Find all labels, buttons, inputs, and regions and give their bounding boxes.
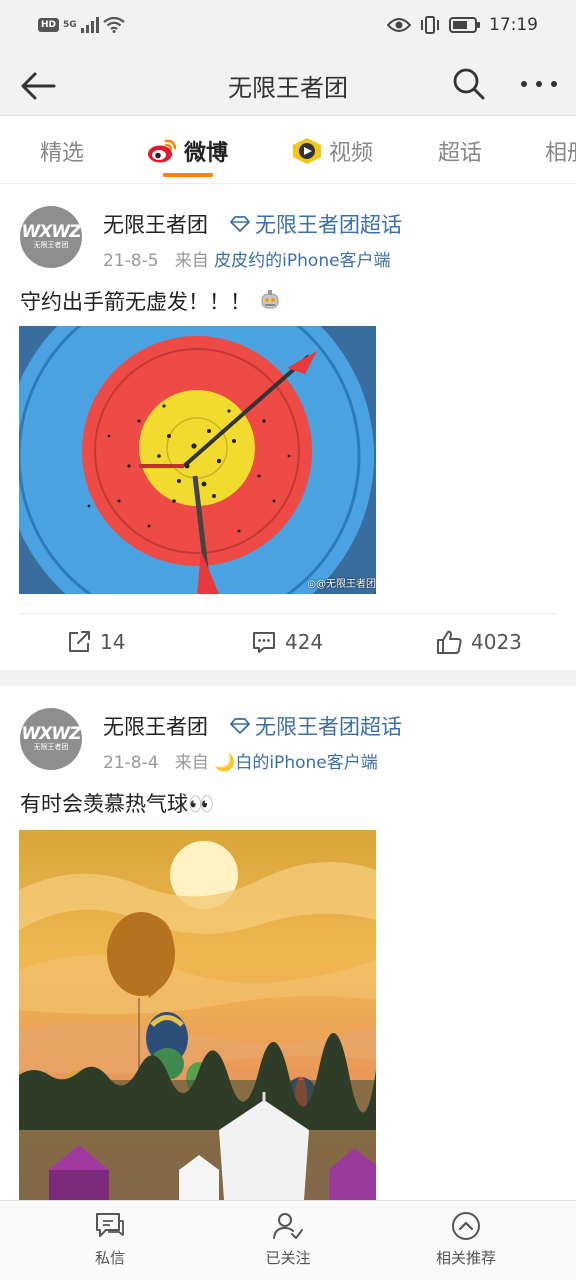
post-source[interactable]: 皮皮约的iPhone客户端 (214, 251, 390, 271)
comment-icon (253, 632, 275, 653)
diamond-icon (230, 216, 250, 232)
tab-label: 精选 (40, 141, 85, 166)
message-icon (96, 1213, 124, 1237)
search-icon (453, 68, 485, 100)
from-label: 来自 (174, 753, 209, 773)
private-message-label: 私信 (94, 1249, 125, 1267)
archery-target-image (19, 326, 376, 594)
status-left: HD 5G (38, 17, 125, 33)
followed-user-icon (273, 1213, 303, 1239)
related-recommend-button[interactable]: 相关推荐 (406, 1211, 526, 1268)
tab-weibo[interactable]: 微博 (146, 136, 228, 166)
chaohua-label: 无限王者团超话 (255, 715, 402, 739)
avatar-sub-text: 无限王者团 (33, 743, 69, 751)
status-right: 17:19 (387, 15, 538, 35)
video-play-icon (293, 138, 321, 164)
feed-post[interactable]: WXWZ 无限王者团 无限王者团 无限王者团超话 21-8-5 来自 皮皮约的i… (0, 185, 576, 670)
nav-header: 无限王者团 (0, 56, 576, 116)
avatar-sub-text: 无限王者团 (33, 241, 69, 249)
image-watermark: ◎@无限王者团 (307, 579, 376, 590)
avatar-logo-text: WXWZ (21, 724, 82, 744)
tab-topic[interactable]: 超话 (438, 136, 482, 166)
search-button[interactable] (450, 65, 488, 103)
tab-bar: 精选 微博 视频 超话 相册 (0, 116, 576, 184)
tab-featured[interactable]: 精选 (40, 136, 84, 166)
like-button[interactable]: 4023 (436, 629, 522, 655)
from-label: 来自 (174, 251, 209, 271)
repost-button[interactable]: 14 (66, 629, 125, 655)
related-recommend-label: 相关推荐 (435, 1249, 496, 1267)
post-text-content: 有时会羡慕热气球👀 (20, 792, 215, 816)
battery-icon (449, 17, 480, 33)
active-tab-indicator (163, 173, 213, 177)
comment-button[interactable]: 424 (251, 629, 323, 655)
post-image-balloons[interactable] (19, 830, 376, 1200)
post-text: 守约出手箭无虚发！！！ (20, 286, 281, 316)
chevron-up-circle-icon (452, 1212, 480, 1240)
tab-label: 相册 (545, 141, 576, 166)
post-text-content: 守约出手箭无虚发！！！ (20, 290, 251, 314)
author-name[interactable]: 无限王者团 (103, 209, 208, 239)
divider (20, 613, 556, 614)
tab-label: 超话 (438, 141, 483, 166)
diamond-icon (230, 718, 250, 734)
private-message-button[interactable]: 私信 (50, 1211, 170, 1268)
weibo-logo-icon (148, 139, 177, 163)
bottom-action-bar: 私信 已关注 相关推荐 (0, 1200, 576, 1280)
eye-icon (387, 18, 411, 32)
avatar-logo-text: WXWZ (21, 222, 82, 242)
status-bar: HD 5G 17:19 (0, 0, 576, 56)
post-source[interactable]: 🌙白的iPhone客户端 (214, 753, 378, 773)
vibrate-icon (421, 16, 439, 34)
repost-count: 14 (100, 630, 126, 654)
post-date: 21-8-4 (103, 753, 159, 773)
post-image-target[interactable]: ◎@无限王者团 (19, 326, 376, 594)
comment-count: 424 (285, 630, 324, 654)
hot-air-balloons-image (19, 830, 376, 1200)
chaohua-link[interactable]: 无限王者团超话 (230, 711, 402, 741)
followed-button[interactable]: 已关注 (228, 1211, 348, 1268)
page-title: 无限王者团 (228, 74, 348, 102)
thumbs-up-icon (437, 630, 462, 654)
post-meta: 21-8-4 来自 🌙白的iPhone客户端 (103, 748, 378, 773)
followed-label: 已关注 (265, 1249, 311, 1267)
chaohua-label: 无限王者团超话 (255, 213, 402, 237)
robot-emoji-icon (261, 290, 279, 309)
wifi-icon (102, 17, 125, 33)
tab-label: 视频 (329, 141, 374, 166)
hd-badge: HD (38, 18, 60, 32)
tab-video[interactable]: 视频 (291, 136, 373, 166)
more-dots-icon (521, 81, 557, 87)
clock: 17:19 (489, 15, 538, 35)
like-count: 4023 (471, 630, 522, 654)
post-text: 有时会羡慕热气球👀 (20, 788, 214, 818)
post-meta: 21-8-5 来自 皮皮约的iPhone客户端 (103, 246, 391, 271)
signal-icon (80, 17, 99, 33)
post-date: 21-8-5 (103, 251, 159, 271)
more-button[interactable] (518, 65, 560, 103)
share-icon (69, 631, 90, 652)
feed-separator (0, 670, 576, 686)
network-badge: 5G (63, 20, 77, 30)
avatar[interactable]: WXWZ 无限王者团 (20, 206, 82, 268)
feed-post[interactable]: WXWZ 无限王者团 无限王者团 无限王者团超话 21-8-4 来自 🌙白的iP… (0, 686, 576, 1200)
tab-label: 微博 (184, 141, 229, 166)
tab-album[interactable]: 相册 (545, 136, 576, 166)
author-name[interactable]: 无限王者团 (103, 711, 208, 741)
chaohua-link[interactable]: 无限王者团超话 (230, 209, 402, 239)
avatar[interactable]: WXWZ 无限王者团 (20, 708, 82, 770)
